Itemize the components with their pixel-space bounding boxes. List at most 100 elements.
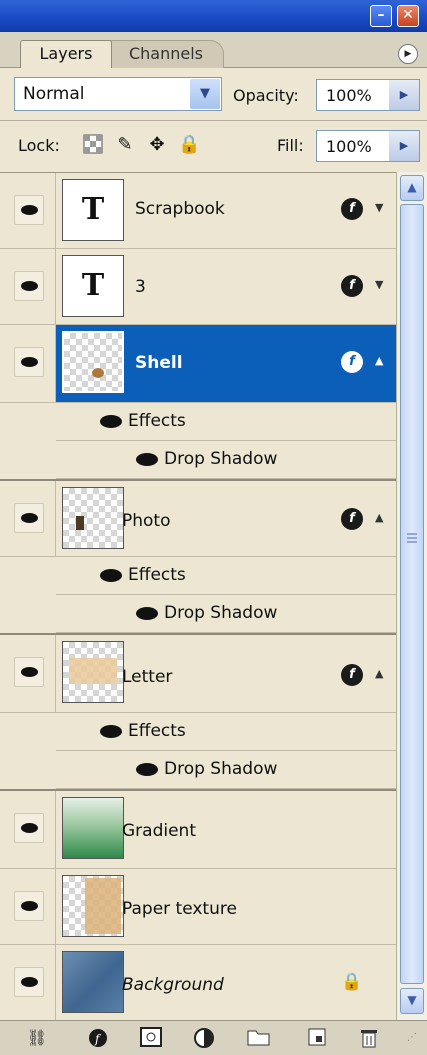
layer-name: Photo xyxy=(122,511,171,531)
tab-channels[interactable]: Channels xyxy=(108,40,224,68)
fill-slider-arrow-icon[interactable]: ▶ xyxy=(389,131,419,161)
layer-row-scrapbook[interactable]: T Scrapbook f ▼ xyxy=(0,173,396,249)
layer-name: Paper texture xyxy=(122,899,237,919)
visibility-eye-icon[interactable] xyxy=(14,657,44,687)
close-icon[interactable]: ✕ xyxy=(397,5,419,27)
layer-row-letter[interactable]: Letter f ▲ xyxy=(0,635,396,713)
lock-controls: Lock: ✎ ✥ 🔒 Fill: 100% ▶ xyxy=(0,120,427,172)
layers-scrollbar[interactable]: ▲ ▼ xyxy=(396,172,427,1020)
lock-transparency-icon[interactable] xyxy=(82,134,104,156)
tab-bar: Layers Channels ▶ xyxy=(0,32,427,68)
collapse-triangle-icon[interactable]: ▲ xyxy=(375,667,383,680)
effects-eye-icon[interactable] xyxy=(100,569,122,582)
layer-name: 3 xyxy=(135,277,146,297)
visibility-eye-icon[interactable] xyxy=(14,195,44,225)
lock-brush-icon[interactable]: ✎ xyxy=(114,134,136,156)
layer-thumbnail xyxy=(62,875,124,937)
new-layer-icon[interactable] xyxy=(304,1027,330,1049)
fill-value: 100% xyxy=(326,137,372,156)
blend-mode-select[interactable]: Normal ▼ xyxy=(14,77,222,111)
layer-thumbnail xyxy=(62,487,124,549)
opacity-label: Opacity: xyxy=(233,86,299,105)
layer-thumbnail xyxy=(62,641,124,703)
add-layer-style-icon[interactable]: f xyxy=(86,1027,112,1049)
visibility-eye-icon[interactable] xyxy=(14,271,44,301)
layer-row-gradient[interactable]: Gradient xyxy=(0,791,396,869)
opacity-slider-arrow-icon[interactable]: ▶ xyxy=(389,80,419,110)
text-layer-thumbnail: T xyxy=(62,255,124,317)
visibility-eye-icon[interactable] xyxy=(14,813,44,843)
fill-label: Fill: xyxy=(277,136,304,155)
layer-name: Gradient xyxy=(122,821,196,841)
layer-name: Shell xyxy=(135,353,183,373)
chevron-down-icon[interactable]: ▼ xyxy=(190,79,220,109)
new-adjustment-layer-icon[interactable] xyxy=(192,1027,218,1049)
layer-name: Scrapbook xyxy=(135,199,225,219)
layer-row-paper-texture[interactable]: Paper texture xyxy=(0,869,396,945)
opacity-value: 100% xyxy=(326,86,372,105)
effects-eye-icon[interactable] xyxy=(100,725,122,738)
collapse-triangle-icon[interactable]: ▲ xyxy=(375,354,383,367)
fill-field[interactable]: 100% ▶ xyxy=(316,130,420,162)
layer-thumbnail xyxy=(62,797,124,859)
collapse-triangle-icon[interactable]: ▲ xyxy=(375,511,383,524)
fx-icon[interactable]: f xyxy=(341,275,363,297)
expand-triangle-icon[interactable]: ▼ xyxy=(375,201,383,214)
expand-triangle-icon[interactable]: ▼ xyxy=(375,278,383,291)
layer-thumbnail xyxy=(62,331,124,393)
drop-shadow-eye-icon[interactable] xyxy=(136,607,158,620)
fx-icon[interactable]: f xyxy=(341,351,363,373)
resize-grip-icon[interactable]: ⋰ xyxy=(402,1027,422,1049)
layer-name: Background xyxy=(122,975,224,995)
drop-shadow-eye-icon[interactable] xyxy=(136,453,158,466)
visibility-eye-icon[interactable] xyxy=(14,967,44,997)
panel-menu-icon[interactable]: ▶ xyxy=(398,44,418,64)
new-group-folder-icon[interactable] xyxy=(246,1027,272,1049)
minimize-icon[interactable]: – xyxy=(370,5,392,27)
fx-icon[interactable]: f xyxy=(341,198,363,220)
visibility-eye-icon[interactable] xyxy=(14,503,44,533)
title-bar: – ✕ xyxy=(0,0,427,32)
visibility-eye-icon[interactable] xyxy=(14,891,44,921)
drop-shadow-eye-icon[interactable] xyxy=(136,763,158,776)
scroll-down-icon[interactable]: ▼ xyxy=(400,988,424,1014)
visibility-eye-icon[interactable] xyxy=(14,347,44,377)
drop-shadow-label: Drop Shadow xyxy=(164,759,278,779)
layer-row-background[interactable]: Background 🔒 xyxy=(0,945,396,1021)
add-layer-mask-icon[interactable] xyxy=(138,1027,164,1049)
lock-move-icon[interactable]: ✥ xyxy=(146,134,168,156)
link-layers-icon[interactable]: ⛓ xyxy=(24,1027,50,1049)
fx-icon[interactable]: f xyxy=(341,664,363,686)
delete-layer-trash-icon[interactable] xyxy=(356,1027,382,1049)
effects-row[interactable]: Effects xyxy=(56,557,396,595)
drop-shadow-label: Drop Shadow xyxy=(164,449,278,469)
drop-shadow-label: Drop Shadow xyxy=(164,603,278,623)
tab-layers[interactable]: Layers xyxy=(20,40,112,68)
layer-row-shell[interactable]: Shell f ▲ xyxy=(0,325,396,403)
drop-shadow-row[interactable]: Drop Shadow xyxy=(56,751,396,789)
opacity-field[interactable]: 100% ▶ xyxy=(316,79,420,111)
text-layer-thumbnail: T xyxy=(62,179,124,241)
blend-mode-value: Normal xyxy=(23,84,85,104)
layers-list: T Scrapbook f ▼ T 3 f ▼ Shell f ▲ Effect… xyxy=(0,172,396,1021)
effects-label: Effects xyxy=(128,721,186,741)
drop-shadow-row[interactable]: Drop Shadow xyxy=(56,595,396,633)
layer-thumbnail xyxy=(62,951,124,1013)
layers-toolbar: ⛓ f ⋰ xyxy=(0,1020,427,1055)
effects-row[interactable]: Effects xyxy=(56,403,396,441)
blend-controls: Normal ▼ Opacity: 100% ▶ xyxy=(0,68,427,120)
lock-all-icon[interactable]: 🔒 xyxy=(178,134,200,156)
effects-label: Effects xyxy=(128,565,186,585)
fx-icon[interactable]: f xyxy=(341,508,363,530)
layer-row-3[interactable]: T 3 f ▼ xyxy=(0,249,396,325)
lock-icon: 🔒 xyxy=(341,972,363,992)
effects-label: Effects xyxy=(128,411,186,431)
drop-shadow-row[interactable]: Drop Shadow xyxy=(56,441,396,479)
layer-name: Letter xyxy=(122,667,173,687)
scroll-thumb[interactable] xyxy=(400,204,424,984)
scroll-up-icon[interactable]: ▲ xyxy=(400,175,424,201)
effects-row[interactable]: Effects xyxy=(56,713,396,751)
layer-row-photo[interactable]: Photo f ▲ xyxy=(0,481,396,557)
lock-label: Lock: xyxy=(18,136,60,155)
effects-eye-icon[interactable] xyxy=(100,415,122,428)
